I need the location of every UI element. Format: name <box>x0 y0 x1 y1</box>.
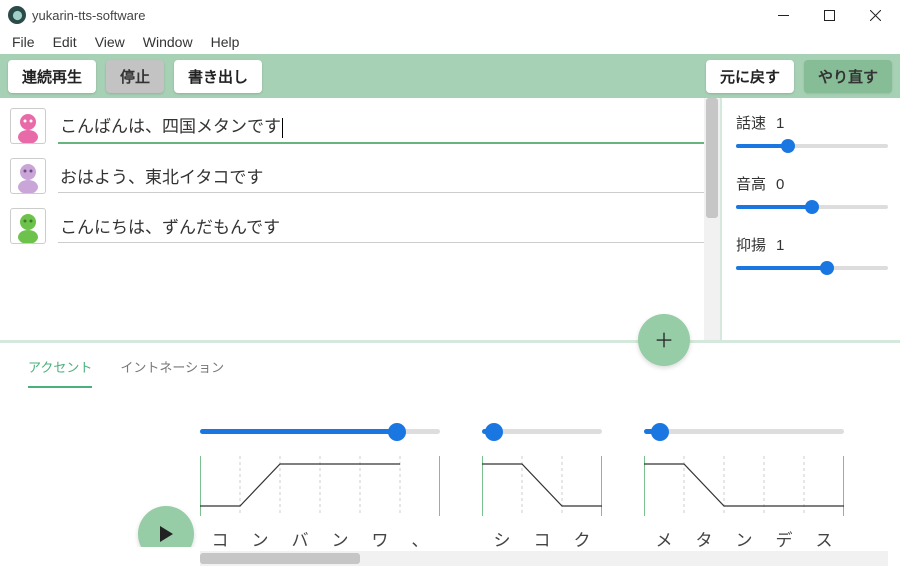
mora[interactable]: 、 <box>400 526 440 547</box>
mora[interactable]: タ <box>684 526 724 547</box>
track-text-input[interactable]: こんばんは、四国メタンです <box>58 108 714 144</box>
param-intonation-value: 1 <box>776 237 784 254</box>
mora[interactable]: ス <box>804 526 844 547</box>
param-pitch-label: 音高 <box>736 173 766 194</box>
undo-button[interactable]: 元に戻す <box>706 60 794 93</box>
menu-help[interactable]: Help <box>203 32 248 52</box>
intonation-slider[interactable] <box>736 259 888 277</box>
pitch-graph <box>200 456 440 516</box>
character-avatar-button[interactable] <box>10 158 46 194</box>
param-pitch: 音高 0 <box>736 173 888 216</box>
mora[interactable]: ン <box>320 526 360 547</box>
mora[interactable]: ク <box>562 526 602 547</box>
accent-phrase: シコク <box>482 418 602 547</box>
toolbar: 連続再生 停止 書き出し 元に戻す やり直す <box>0 54 900 98</box>
track-text-input[interactable]: おはよう、東北イタコです <box>58 159 714 193</box>
detail-panel: アクセント イントネーション コンバンワ、 シコク メタンデス <box>0 340 900 570</box>
mora[interactable]: コ <box>522 526 562 547</box>
redo-button[interactable]: やり直す <box>804 60 892 93</box>
play-all-button[interactable]: 連続再生 <box>8 60 96 93</box>
speed-slider[interactable] <box>736 137 888 155</box>
maximize-button[interactable] <box>806 0 852 30</box>
accent-h-scrollbar[interactable] <box>200 551 888 566</box>
character-avatar-button[interactable] <box>10 108 46 144</box>
detail-tabs: アクセント イントネーション <box>0 343 900 388</box>
morae-row: コンバンワ、 <box>200 526 440 547</box>
add-track-button[interactable] <box>638 314 690 366</box>
pitch-slider[interactable] <box>736 198 888 216</box>
param-intonation: 抑揚 1 <box>736 234 888 277</box>
menu-file[interactable]: File <box>4 32 43 52</box>
mora[interactable]: デ <box>764 526 804 547</box>
mora[interactable]: ン <box>724 526 764 547</box>
mora[interactable]: メ <box>644 526 684 547</box>
accent-area: コンバンワ、 シコク メタンデス <box>0 388 900 547</box>
param-speed: 話速 1 <box>736 112 888 155</box>
tab-accent[interactable]: アクセント <box>28 353 92 388</box>
menu-window[interactable]: Window <box>135 32 201 52</box>
param-speed-label: 話速 <box>736 112 766 133</box>
pitch-graph <box>644 456 844 516</box>
morae-row: シコク <box>482 526 602 547</box>
track-text-input[interactable]: こんにちは、ずんだもんです <box>58 209 714 243</box>
track-row[interactable]: こんにちは、ずんだもんです <box>10 208 714 244</box>
export-button[interactable]: 書き出し <box>174 60 262 93</box>
title-bar: yukarin-tts-software <box>0 0 900 30</box>
stop-button[interactable]: 停止 <box>106 60 164 93</box>
track-row[interactable]: おはよう、東北イタコです <box>10 158 714 194</box>
menu-bar: File Edit View Window Help <box>0 30 900 54</box>
accent-position-slider[interactable] <box>482 422 602 442</box>
mora[interactable]: シ <box>482 526 522 547</box>
window-title: yukarin-tts-software <box>32 8 145 23</box>
tracks-scrollbar[interactable] <box>704 98 720 340</box>
accent-phrase: メタンデス <box>644 418 844 547</box>
param-intonation-label: 抑揚 <box>736 234 766 255</box>
mora[interactable]: ワ <box>360 526 400 547</box>
mora[interactable]: バ <box>280 526 320 547</box>
track-row[interactable]: こんばんは、四国メタンです <box>10 108 714 144</box>
menu-view[interactable]: View <box>87 32 133 52</box>
app-icon <box>8 6 26 24</box>
tab-intonation[interactable]: イントネーション <box>120 353 224 388</box>
morae-row: メタンデス <box>644 526 844 547</box>
parameters-panel: 話速 1 音高 0 抑揚 1 <box>720 98 900 340</box>
accent-position-slider[interactable] <box>644 422 844 442</box>
menu-edit[interactable]: Edit <box>45 32 85 52</box>
param-speed-value: 1 <box>776 115 784 132</box>
minimize-button[interactable] <box>760 0 806 30</box>
accent-position-slider[interactable] <box>200 422 440 442</box>
main-area: こんばんは、四国メタンですおはよう、東北イタコですこんにちは、ずんだもんです 話… <box>0 98 900 340</box>
pitch-graph <box>482 456 602 516</box>
character-avatar-button[interactable] <box>10 208 46 244</box>
mora[interactable]: ン <box>240 526 280 547</box>
tracks-panel: こんばんは、四国メタンですおはよう、東北イタコですこんにちは、ずんだもんです <box>0 98 720 340</box>
param-pitch-value: 0 <box>776 176 784 193</box>
mora[interactable]: コ <box>200 526 240 547</box>
play-button[interactable] <box>138 506 194 547</box>
accent-phrase: コンバンワ、 <box>200 418 440 547</box>
close-button[interactable] <box>852 0 898 30</box>
